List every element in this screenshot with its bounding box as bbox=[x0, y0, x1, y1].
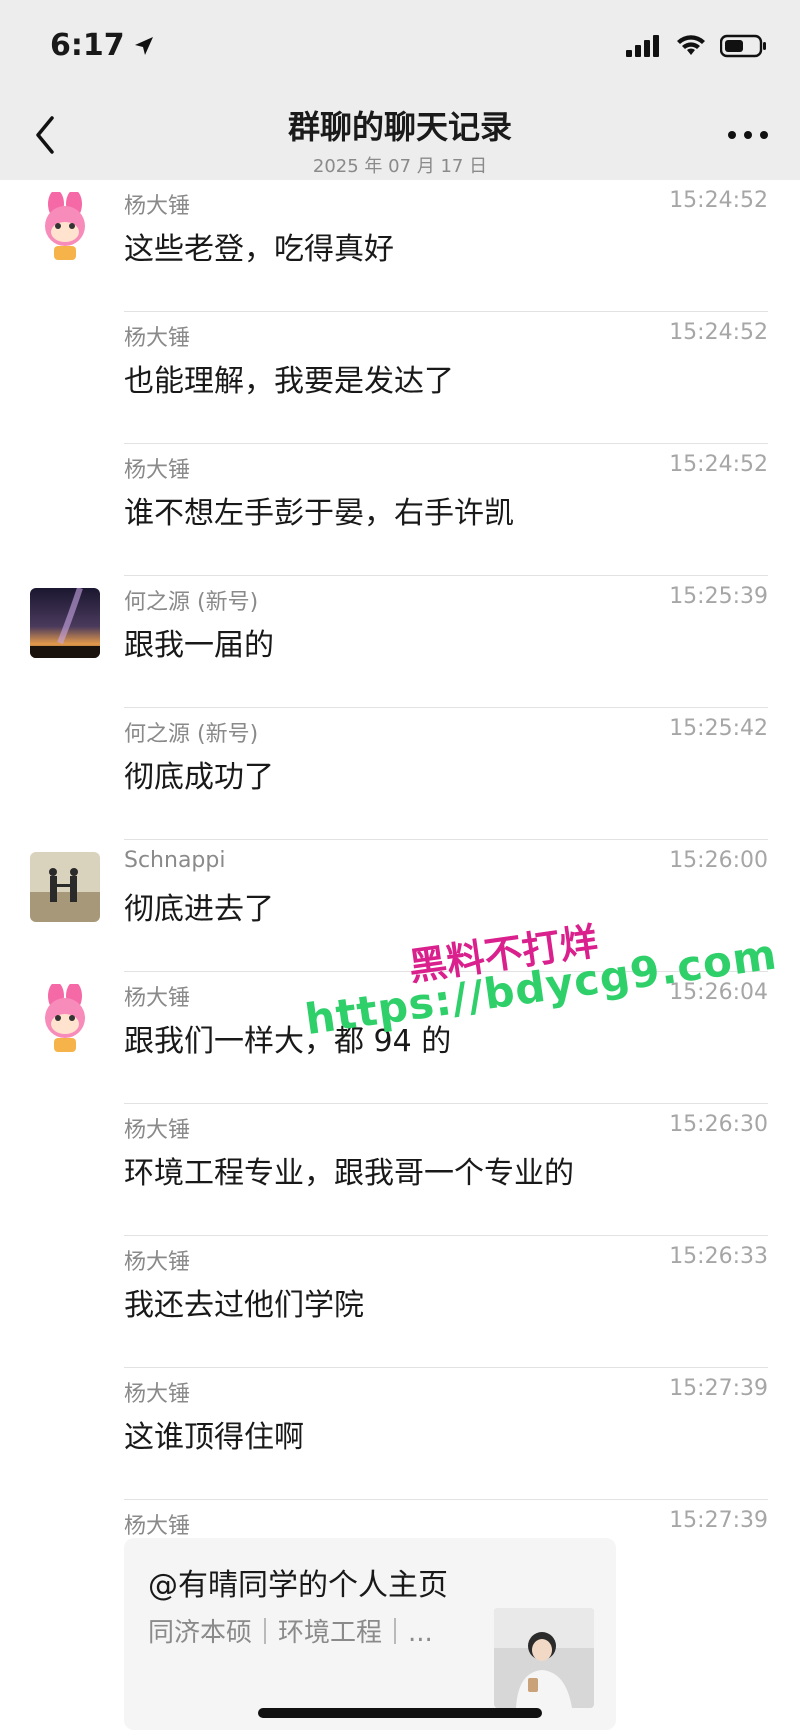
avatar-pink-bunny[interactable] bbox=[30, 984, 100, 1054]
top-bar: 6:17 群聊的聊天记录 2025 年 07 月 17 日 bbox=[0, 0, 800, 180]
message-row[interactable]: 杨大锤 15:26:04 跟我们一样大，都 94 的 bbox=[0, 972, 800, 1104]
message-time: 15:24:52 bbox=[669, 452, 768, 477]
chat-record-list[interactable]: 杨大锤 15:24:52 这些老登，吃得真好 杨大锤 15:24:52 也能理解… bbox=[0, 180, 800, 1560]
handshake-photo-avatar-icon bbox=[30, 852, 100, 922]
status-time: 6:17 bbox=[50, 28, 155, 63]
avatar-photo[interactable] bbox=[30, 852, 100, 922]
message-row[interactable]: 杨大锤 15:24:52 谁不想左手彭于晏，右手许凯 bbox=[0, 444, 800, 576]
message-sender: 何之源 (新号) bbox=[124, 722, 259, 747]
message-row[interactable]: 何之源 (新号) 15:25:42 彻底成功了 bbox=[0, 708, 800, 840]
message-text: 我还去过他们学院 bbox=[124, 1288, 364, 1323]
message-text: 彻底成功了 bbox=[124, 760, 274, 795]
message-text: 跟我一届的 bbox=[124, 628, 274, 663]
message-sender: 杨大锤 bbox=[124, 1250, 191, 1275]
cellular-signal-icon bbox=[626, 35, 659, 57]
card-title: @有晴同学的个人主页 bbox=[148, 1568, 448, 1603]
message-row[interactable]: 杨大锤 15:27:39 这谁顶得住啊 bbox=[0, 1368, 800, 1500]
card-subtitle: 同济本硕｜环境工程｜... bbox=[148, 1618, 433, 1648]
message-text: 也能理解，我要是发达了 bbox=[124, 364, 454, 399]
message-row[interactable]: Schnappi 15:26:00 彻底进去了 bbox=[0, 840, 800, 972]
message-sender: 杨大锤 bbox=[124, 1514, 191, 1539]
header-title-group: 群聊的聊天记录 2025 年 07 月 17 日 bbox=[0, 102, 800, 178]
message-time: 15:25:42 bbox=[669, 716, 768, 741]
night-sky-avatar-icon bbox=[30, 588, 100, 658]
message-sender: 杨大锤 bbox=[124, 986, 191, 1011]
avatar-pink-bunny[interactable] bbox=[30, 192, 100, 262]
page-title: 群聊的聊天记录 bbox=[287, 108, 512, 146]
message-sender: 杨大锤 bbox=[124, 1382, 191, 1407]
battery-icon bbox=[720, 34, 766, 58]
message-sender: Schnappi bbox=[124, 848, 226, 873]
message-row[interactable]: 杨大锤 15:24:52 也能理解，我要是发达了 bbox=[0, 312, 800, 444]
message-text: 这些老登，吃得真好 bbox=[124, 232, 394, 267]
avatar-galaxy[interactable] bbox=[30, 588, 100, 658]
message-sender: 杨大锤 bbox=[124, 458, 191, 483]
page-date: 2025 年 07 月 17 日 bbox=[312, 156, 488, 177]
pink-bunny-avatar-icon bbox=[45, 984, 85, 1052]
message-sender: 杨大锤 bbox=[124, 194, 191, 219]
message-text: 这谁顶得住啊 bbox=[124, 1420, 304, 1455]
message-time: 15:27:39 bbox=[669, 1376, 768, 1401]
shared-profile-card[interactable]: @有晴同学的个人主页 同济本硕｜环境工程｜... bbox=[124, 1538, 616, 1730]
message-row[interactable]: 杨大锤 15:24:52 这些老登，吃得真好 bbox=[0, 180, 800, 312]
message-time: 15:26:00 bbox=[669, 848, 768, 873]
message-time: 15:27:39 bbox=[669, 1508, 768, 1533]
message-sender: 杨大锤 bbox=[124, 1118, 191, 1143]
message-row[interactable]: 何之源 (新号) 15:25:39 跟我一届的 bbox=[0, 576, 800, 708]
home-indicator[interactable] bbox=[258, 1708, 542, 1718]
message-row[interactable]: 杨大锤 15:26:30 环境工程专业，跟我哥一个专业的 bbox=[0, 1104, 800, 1236]
message-text: 谁不想左手彭于晏，右手许凯 bbox=[124, 496, 514, 531]
wifi-icon bbox=[677, 35, 705, 55]
status-icons bbox=[626, 34, 768, 58]
message-sender: 杨大锤 bbox=[124, 326, 191, 351]
message-text: 彻底进去了 bbox=[124, 892, 274, 927]
message-time: 15:24:52 bbox=[669, 320, 768, 345]
message-time: 15:26:04 bbox=[669, 980, 768, 1005]
message-sender: 何之源 (新号) bbox=[124, 590, 259, 615]
card-thumbnail bbox=[494, 1608, 594, 1708]
location-arrow-icon bbox=[134, 36, 153, 55]
pink-bunny-avatar-icon bbox=[45, 192, 85, 260]
message-row[interactable]: 杨大锤 15:26:33 我还去过他们学院 bbox=[0, 1236, 800, 1368]
more-options-button[interactable] bbox=[724, 120, 772, 150]
message-time: 15:26:30 bbox=[669, 1112, 768, 1137]
message-text: 环境工程专业，跟我哥一个专业的 bbox=[124, 1156, 574, 1191]
message-time: 15:24:52 bbox=[669, 188, 768, 213]
message-time: 15:25:39 bbox=[669, 584, 768, 609]
person-photo-icon bbox=[494, 1608, 594, 1708]
message-time: 15:26:33 bbox=[669, 1244, 768, 1269]
message-text: 跟我们一样大，都 94 的 bbox=[124, 1024, 452, 1059]
more-dots-icon bbox=[728, 131, 768, 139]
